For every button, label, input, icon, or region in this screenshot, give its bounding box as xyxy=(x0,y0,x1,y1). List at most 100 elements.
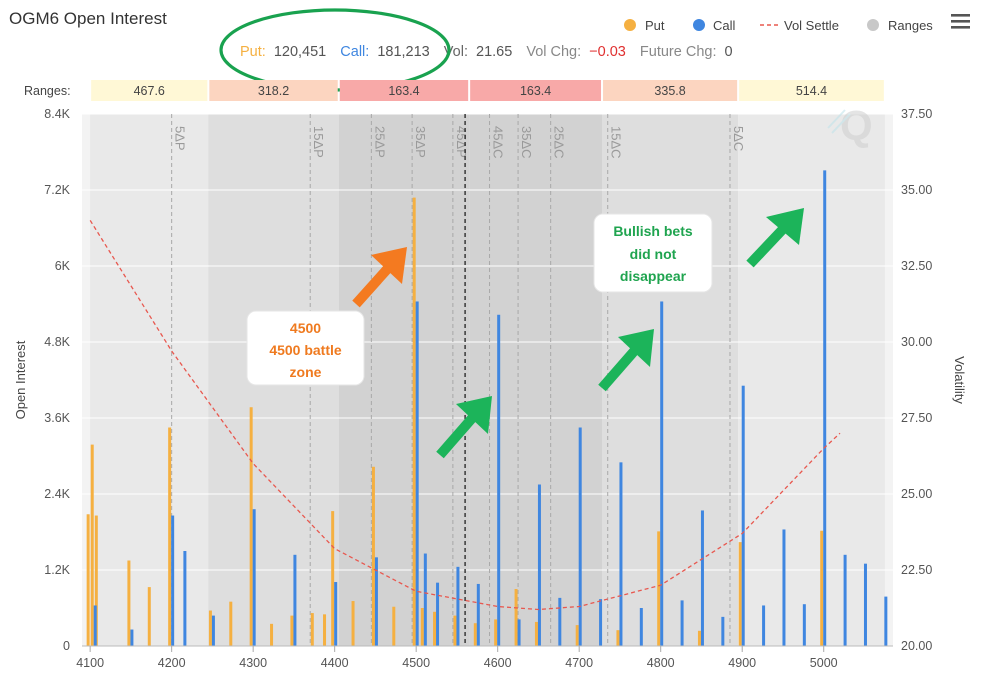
ranges-label: Ranges: xyxy=(24,84,71,98)
put-summary-label: Put: xyxy=(240,44,266,60)
y2-tick-label: 32.50 xyxy=(901,259,932,273)
svg-text:Put: 120,451 Call:: Put: 120,451 Call: 181,213 Vol: 21.65 Vo… xyxy=(240,44,733,60)
call-bar xyxy=(436,582,440,646)
call-bar xyxy=(660,301,664,646)
y2-tick-label: 35.00 xyxy=(901,183,932,197)
open-interest-chart: OGM6 Open Interest Put: 120,451 Call: 18… xyxy=(9,8,970,670)
put-bar xyxy=(494,619,498,646)
put-bar xyxy=(331,511,335,646)
y2-tick-label: 20.00 xyxy=(901,639,932,653)
range-value: 318.2 xyxy=(258,84,289,98)
put-bar xyxy=(310,613,314,646)
callout-bullish-line-2: did not xyxy=(630,246,677,262)
legend-ranges-label: Ranges xyxy=(888,18,933,33)
y-tick-label: 2.4K xyxy=(44,487,70,501)
put-summary-value: 120,451 xyxy=(274,44,326,60)
legend-item-vol-settle[interactable]: Vol Settle xyxy=(760,18,839,33)
delta-label: 5ΔP xyxy=(173,126,188,151)
y2-tick-label: 37.50 xyxy=(901,107,932,121)
x-tick-label: 4800 xyxy=(647,656,675,670)
call-bar xyxy=(578,427,582,646)
put-bar xyxy=(697,630,701,646)
put-bar xyxy=(323,614,327,646)
legend-item-put[interactable]: Put xyxy=(624,18,665,33)
legend-call-label: Call xyxy=(713,18,736,33)
put-bar xyxy=(249,407,253,646)
y-tick-label: 4.8K xyxy=(44,335,70,349)
range-value: 335.8 xyxy=(654,84,685,98)
call-bar xyxy=(619,462,623,646)
callout-battle-line-1: 4500 xyxy=(290,320,321,336)
put-bar xyxy=(392,606,396,646)
vol-chg-value: −0.03 xyxy=(589,44,626,60)
call-bar xyxy=(782,529,786,646)
legend-item-ranges[interactable]: Ranges xyxy=(867,18,933,33)
call-summary-value: 181,213 xyxy=(377,44,429,60)
put-bar xyxy=(127,560,131,646)
put-bar xyxy=(270,623,274,646)
put-bar xyxy=(290,615,294,646)
callout-battle-zone: 4500 4500 battle zone xyxy=(246,310,365,386)
delta-label: 25ΔC xyxy=(552,126,567,159)
call-bar xyxy=(639,608,643,646)
put-bar xyxy=(412,197,416,646)
y-axis-left: 0 1.2K 2.4K 3.6K 4.8K 6K 7.2K 8.4K xyxy=(44,107,70,653)
range-bands xyxy=(82,114,893,646)
put-bar xyxy=(86,514,90,646)
call-bar xyxy=(762,605,766,646)
y2-tick-label: 25.00 xyxy=(901,487,932,501)
call-bar xyxy=(599,599,603,646)
put-bar xyxy=(534,621,538,646)
x-tick-label: 4200 xyxy=(158,656,186,670)
delta-label: 45ΔC xyxy=(491,126,506,159)
put-bar xyxy=(420,608,424,646)
x-tick-label: 4500 xyxy=(402,656,430,670)
call-bar xyxy=(334,582,338,646)
y-tick-label: 8.4K xyxy=(44,107,70,121)
y-axis-right: 20.00 22.50 25.00 27.50 30.00 32.50 35.00 37.50 xyxy=(901,107,932,653)
range-value: 163.4 xyxy=(388,84,419,98)
put-bar xyxy=(433,611,437,646)
put-bar xyxy=(168,427,172,646)
y-tick-label: 7.2K xyxy=(44,183,70,197)
call-bar xyxy=(884,596,888,646)
chart-title: OGM6 Open Interest xyxy=(9,9,167,28)
legend-item-call[interactable]: Call xyxy=(693,18,736,33)
call-bar xyxy=(497,314,501,646)
ranges-strip: 467.6 318.2 163.4 163.4 335.8 514.4 xyxy=(91,80,884,101)
call-bar xyxy=(211,615,215,646)
call-bar xyxy=(130,629,134,646)
put-bar xyxy=(657,531,661,646)
y-tick-label: 1.2K xyxy=(44,563,70,577)
vol-summary-value: 21.65 xyxy=(476,44,512,60)
x-tick-label: 4100 xyxy=(76,656,104,670)
put-bar xyxy=(147,587,151,646)
call-bar xyxy=(863,563,867,646)
callout-battle-line-3: zone xyxy=(290,364,322,380)
delta-label: 15ΔP xyxy=(311,126,326,158)
call-bar xyxy=(537,484,541,646)
call-bar xyxy=(823,170,827,646)
call-bar xyxy=(517,619,521,646)
call-bar xyxy=(93,605,97,646)
call-bar xyxy=(252,509,256,646)
future-chg-value: 0 xyxy=(725,44,733,60)
y-axis-title: Open Interest xyxy=(13,340,28,419)
x-tick-label: 4900 xyxy=(728,656,756,670)
svg-text:Q: Q xyxy=(840,102,873,149)
put-bar xyxy=(229,601,233,646)
callout-bullish-line-1: Bullish bets xyxy=(613,223,693,239)
call-bar xyxy=(415,301,419,646)
delta-label: 5ΔC xyxy=(731,126,746,151)
y2-axis-title: Volatility xyxy=(952,356,967,404)
range-value: 514.4 xyxy=(796,84,827,98)
call-bar xyxy=(171,515,175,646)
put-bar xyxy=(208,610,212,646)
x-tick-label: 4300 xyxy=(239,656,267,670)
x-tick-label: 5000 xyxy=(810,656,838,670)
delta-label: 25ΔP xyxy=(372,126,387,158)
callout-battle-line-2: 4500 battle xyxy=(269,342,342,358)
call-bar xyxy=(558,597,562,646)
hamburger-icon[interactable] xyxy=(951,14,970,29)
call-bar xyxy=(680,600,684,646)
